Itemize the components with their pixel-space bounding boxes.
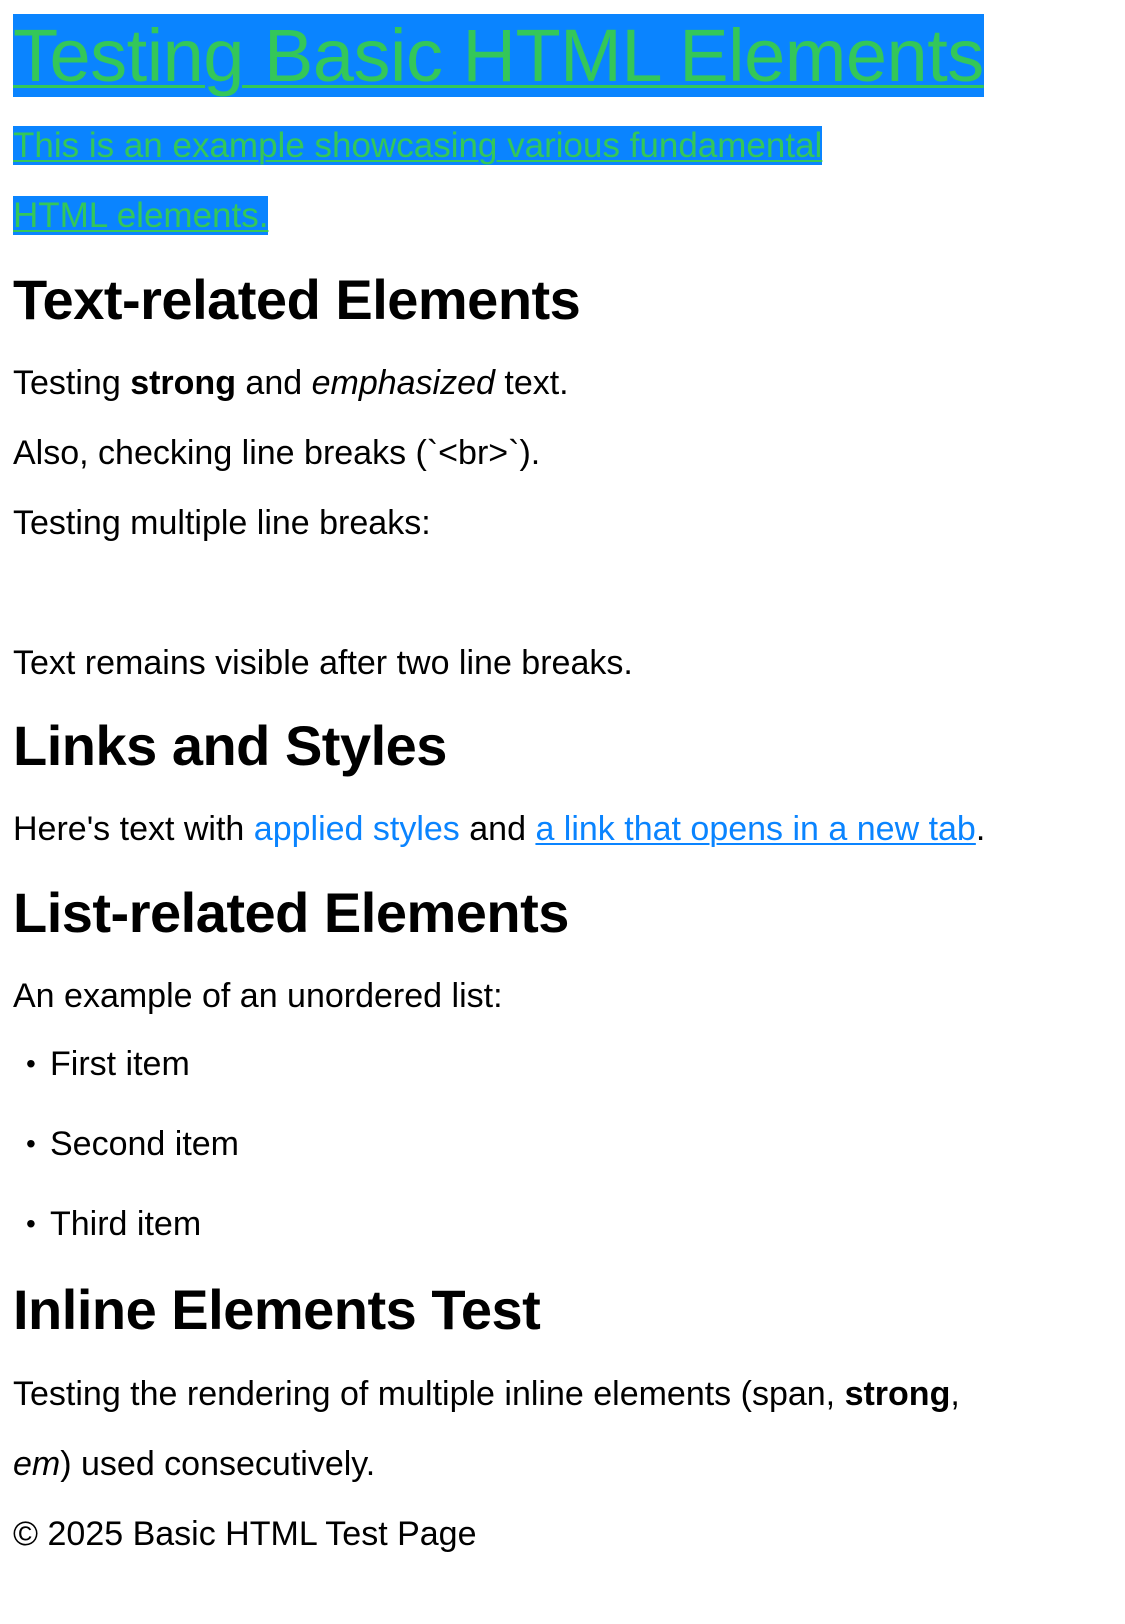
- after-break-line: Text remains visible after two line brea…: [13, 644, 633, 682]
- page-title: Testing Basic HTML Elements: [13, 14, 984, 98]
- inline-strong-text: strong: [844, 1375, 951, 1413]
- list-item-label: Third item: [50, 1205, 202, 1243]
- links-section-heading: Links and Styles: [13, 714, 447, 777]
- list-section-heading: List-related Elements: [13, 881, 569, 944]
- multi-break-line: Testing multiple line breaks:: [13, 504, 431, 542]
- emphasized-text: emphasized: [311, 364, 495, 402]
- links-line-mid: and: [459, 810, 536, 848]
- inline-em-text: em: [13, 1445, 61, 1483]
- styled-text: applied styles: [253, 810, 460, 848]
- new-tab-link[interactable]: a link that opens in a new tab: [535, 810, 975, 848]
- strong-em-line: Testing strong and emphasized text.: [13, 363, 569, 403]
- bullet-icon: •: [26, 1208, 36, 1239]
- page: Testing Basic HTML Elements This is an e…: [0, 0, 1125, 1624]
- links-line: Here's text with applied styles and a li…: [13, 809, 985, 849]
- subtitle-line-1: This is an example showcasing various fu…: [13, 126, 823, 165]
- page-subtitle: This is an example showcasing various fu…: [13, 126, 893, 235]
- inline-line2-post: ) used consecutively.: [60, 1445, 376, 1483]
- list-item: • Third item: [13, 1204, 239, 1284]
- bullet-icon: •: [26, 1128, 36, 1159]
- strong-line-post: text.: [494, 364, 569, 402]
- inline-line-2: em) used consecutively.: [13, 1444, 375, 1484]
- inline-section-heading: Inline Elements Test: [13, 1278, 541, 1341]
- links-line-pre: Here's text with: [13, 810, 254, 848]
- inline-line1-pre: Testing the rendering of multiple inline…: [13, 1375, 845, 1413]
- subtitle-line-2: HTML elements.: [13, 196, 269, 235]
- bullet-icon: •: [26, 1048, 36, 1079]
- br-line: Also, checking line breaks (`<br>`).: [13, 434, 541, 472]
- list-item: • First item: [13, 1044, 239, 1124]
- inline-line1-post: ,: [950, 1375, 960, 1413]
- unordered-list: • First item • Second item • Third item: [13, 1044, 239, 1284]
- text-section-heading: Text-related Elements: [13, 268, 581, 331]
- strong-line-pre: Testing: [13, 364, 131, 402]
- links-line-post: .: [975, 810, 986, 848]
- inline-line-1: Testing the rendering of multiple inline…: [13, 1374, 960, 1414]
- strong-line-mid: and: [235, 364, 312, 402]
- list-intro: An example of an unordered list:: [13, 977, 503, 1015]
- strong-text: strong: [130, 364, 236, 402]
- footer-text: © 2025 Basic HTML Test Page: [13, 1515, 477, 1553]
- page-title-text: Testing Basic HTML Elements: [13, 14, 984, 97]
- list-item-label: First item: [50, 1045, 190, 1083]
- list-item-label: Second item: [50, 1125, 239, 1163]
- list-item: • Second item: [13, 1124, 239, 1204]
